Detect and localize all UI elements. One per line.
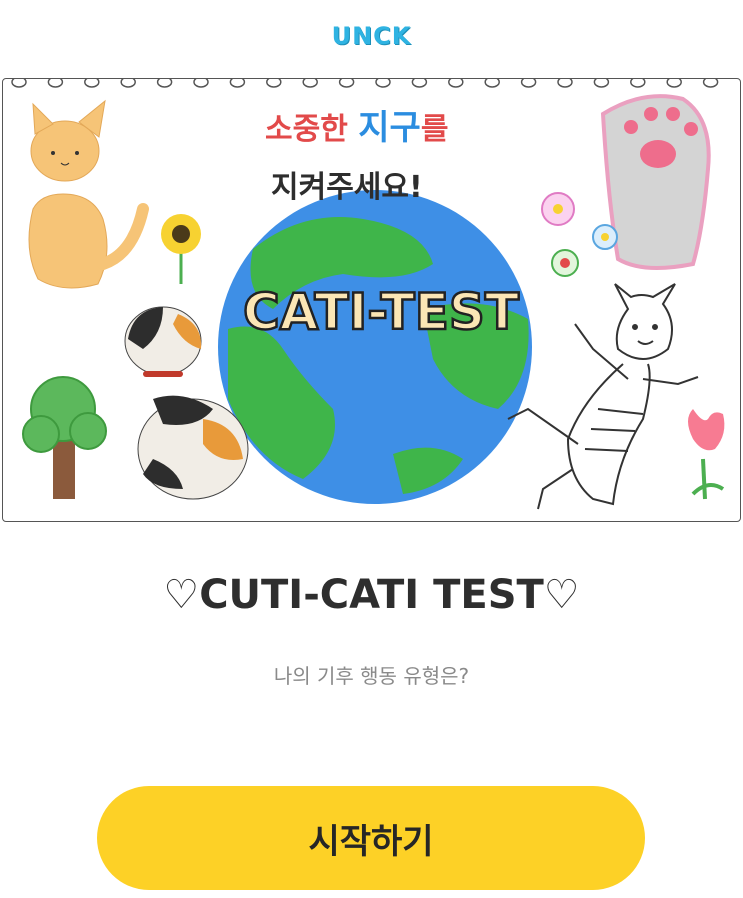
unck-logo[interactable]: UNCK <box>0 22 743 50</box>
cat-paw-drawing <box>600 94 711 270</box>
binder-ring <box>702 79 719 88</box>
binder-ring <box>484 79 500 88</box>
tree-drawing <box>22 376 107 499</box>
headline-part-3: 를 <box>421 112 449 147</box>
orange-cat-drawing <box>28 99 149 289</box>
test-subtitle: 나의 기후 행동 유형은? <box>273 664 470 688</box>
binder-ring <box>120 79 136 88</box>
banner-drawing: CATI-TEST 소중한 지구를 지켜주세요! <box>11 79 725 510</box>
tulip-drawing <box>688 409 725 500</box>
binder-ring <box>338 79 355 88</box>
cati-test-text: CATI-TEST <box>243 283 519 341</box>
binder-ring <box>156 79 173 88</box>
small-flowers-drawing <box>541 192 618 277</box>
binder-rings <box>11 79 719 88</box>
sunflower-drawing <box>161 214 201 284</box>
binder-ring <box>193 79 209 88</box>
binder-ring <box>448 79 464 88</box>
binder-ring <box>302 79 318 88</box>
binder-ring <box>229 79 246 88</box>
headline-text: 소중한 지구를 지켜주세요! <box>265 108 448 205</box>
binder-ring <box>84 79 100 88</box>
binder-ring <box>411 79 428 88</box>
banner-illustration: CATI-TEST 소중한 지구를 지켜주세요! <box>2 78 741 522</box>
binder-ring <box>666 79 682 88</box>
binder-ring <box>47 79 64 88</box>
binder-ring <box>593 79 610 88</box>
binder-ring <box>520 79 537 88</box>
binder-ring <box>375 79 391 88</box>
headline-part-2: 지구 <box>358 108 421 148</box>
start-button[interactable]: 시작하기 <box>97 786 645 890</box>
binder-ring <box>630 79 646 88</box>
sketch-cat-drawing <box>507 283 699 510</box>
binder-ring <box>11 79 27 88</box>
svg-text:소중한 지구를: 소중한 지구를 <box>265 108 448 148</box>
binder-ring <box>266 79 282 88</box>
test-title: ♡CUTI-CATI TEST♡ <box>163 572 580 618</box>
binder-ring <box>557 79 573 88</box>
headline-part-1: 소중한 <box>265 112 358 147</box>
earth-drawing: CATI-TEST <box>218 190 532 504</box>
headline-line-2: 지켜주세요! <box>271 170 423 205</box>
